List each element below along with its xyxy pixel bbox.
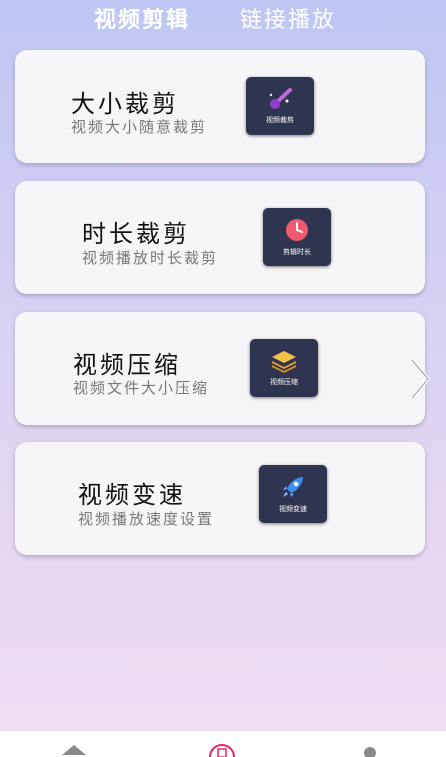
tab-video-edit[interactable]: 视频剪辑 bbox=[94, 2, 190, 34]
bottom-nav-bar bbox=[0, 731, 446, 757]
card-title: 时长裁剪 bbox=[82, 220, 190, 248]
card-duration-crop[interactable]: 时长裁剪 视频播放时长裁剪 剪辑时长 bbox=[15, 181, 425, 294]
rocket-icon bbox=[283, 477, 303, 497]
card-subtitle: 视频大小随意裁剪 bbox=[71, 118, 208, 136]
card-video-compress[interactable]: 视频压缩 视频文件大小压缩 视频压缩 bbox=[15, 312, 425, 425]
card-subtitle: 视频文件大小压缩 bbox=[73, 379, 210, 397]
card-title: 视频变速 bbox=[78, 481, 186, 509]
icon-caption: 视频变速 bbox=[279, 505, 307, 513]
magic-wand-icon bbox=[269, 88, 292, 109]
home-icon[interactable] bbox=[60, 731, 88, 757]
clock-icon bbox=[286, 219, 308, 241]
card-title: 视频压缩 bbox=[73, 351, 181, 379]
card-subtitle: 视频播放速度设置 bbox=[78, 510, 215, 528]
layers-icon bbox=[272, 351, 296, 373]
center-badge-icon[interactable] bbox=[207, 731, 237, 757]
top-tab-bar: 视频剪辑 链接播放 bbox=[0, 0, 446, 36]
chevron-right-icon[interactable] bbox=[408, 356, 432, 402]
card-title: 大小裁剪 bbox=[71, 90, 179, 118]
icon-caption: 剪辑时长 bbox=[283, 248, 311, 256]
profile-icon[interactable] bbox=[358, 731, 382, 757]
card-video-speed[interactable]: 视频变速 视频播放速度设置 视频变速 bbox=[15, 442, 425, 555]
card-icon-tile[interactable]: 视频变速 bbox=[259, 465, 327, 523]
icon-caption: 视频压缩 bbox=[270, 378, 298, 386]
card-size-crop[interactable]: 大小裁剪 视频大小随意裁剪 视频裁剪 bbox=[15, 50, 425, 163]
card-subtitle: 视频播放时长裁剪 bbox=[82, 249, 219, 267]
card-icon-tile[interactable]: 视频裁剪 bbox=[246, 77, 314, 135]
icon-caption: 视频裁剪 bbox=[266, 116, 294, 124]
tab-link-play[interactable]: 链接播放 bbox=[240, 2, 336, 34]
card-icon-tile[interactable]: 剪辑时长 bbox=[263, 208, 331, 266]
card-icon-tile[interactable]: 视频压缩 bbox=[250, 339, 318, 397]
